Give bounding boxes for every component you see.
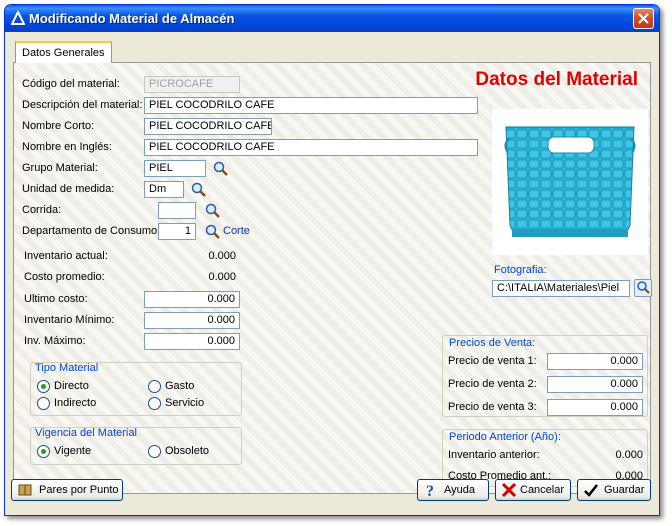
guardar-label: Guardar bbox=[604, 484, 645, 496]
help-icon: ? bbox=[426, 483, 434, 498]
ultimo-costo-label: Ultimo costo: bbox=[24, 293, 88, 305]
inventario-actual-value: 0.000 bbox=[208, 250, 236, 262]
precio-3-field[interactable]: 0.000 bbox=[547, 399, 643, 416]
nombre-ingles-field[interactable]: PIEL COCODRILO CAFE bbox=[144, 139, 478, 156]
cancel-icon bbox=[501, 482, 517, 498]
material-photo bbox=[492, 109, 648, 255]
inventario-minimo-field[interactable]: 0.000 bbox=[144, 312, 240, 329]
radio-obsoleto[interactable] bbox=[148, 445, 161, 458]
radio-gasto-label: Gasto bbox=[165, 380, 195, 392]
vigencia-group: Vigencia del Material Vigente Obsoleto bbox=[30, 427, 242, 465]
precios-title: Precios de Venta: bbox=[449, 337, 536, 349]
radio-indirecto[interactable] bbox=[37, 397, 50, 410]
material-window: Modificando Material de Almacén Datos de… bbox=[4, 4, 660, 516]
departamento-link[interactable]: Corte bbox=[223, 225, 250, 237]
inv-maximo-label: Inv. Máximo: bbox=[24, 335, 86, 347]
costo-promedio-label: Costo promedio: bbox=[24, 271, 105, 283]
unidad-label: Unidad de medida: bbox=[22, 183, 115, 195]
inventario-actual-label: Inventario actual: bbox=[24, 250, 108, 262]
descripcion-label: Descripción del material: bbox=[22, 99, 143, 111]
pares-por-punto-button[interactable]: Pares por Punto bbox=[11, 479, 123, 501]
radio-indirecto-label: Indirecto bbox=[54, 397, 97, 409]
periodo-title: Periodo Anterior (Año): bbox=[449, 431, 561, 443]
vigencia-title: Vigencia del Material bbox=[35, 427, 137, 439]
search-icon[interactable] bbox=[204, 224, 222, 240]
panel-banner: Datos del Material bbox=[475, 69, 638, 90]
inv-maximo-field[interactable]: 0.000 bbox=[144, 333, 240, 350]
nombre-corto-field[interactable]: PIEL COCODRILO CAFE bbox=[144, 118, 272, 135]
precio-2-label: Precio de venta 2: bbox=[448, 378, 537, 390]
radio-directo[interactable] bbox=[37, 380, 50, 393]
cancelar-button[interactable]: Cancelar bbox=[495, 479, 571, 501]
nombre-ingles-label: Nombre en Inglés: bbox=[22, 141, 112, 153]
radio-servicio-label: Servicio bbox=[165, 397, 205, 409]
search-icon bbox=[637, 281, 650, 294]
codigo-label: Código del material: bbox=[22, 78, 120, 90]
precio-2-field[interactable]: 0.000 bbox=[547, 376, 643, 393]
ultimo-costo-field[interactable]: 0.000 bbox=[144, 291, 240, 308]
inventario-minimo-label: Inventario Mínimo: bbox=[24, 314, 115, 326]
grupo-label: Grupo Material: bbox=[22, 162, 98, 174]
corrida-label: Corrida: bbox=[22, 204, 62, 216]
ayuda-label: Ayuda bbox=[444, 484, 475, 496]
fotografia-label: Fotografia: bbox=[494, 264, 547, 276]
radio-directo-label: Directo bbox=[54, 380, 89, 392]
search-icon[interactable] bbox=[204, 203, 222, 219]
close-icon bbox=[638, 13, 649, 24]
departamento-field[interactable]: 1 bbox=[158, 223, 196, 240]
radio-obsoleto-label: Obsoleto bbox=[165, 445, 210, 457]
radio-gasto[interactable] bbox=[148, 380, 161, 393]
inventario-anterior-value: 0.000 bbox=[615, 449, 643, 461]
tipo-material-title: Tipo Material bbox=[35, 362, 99, 374]
window-title: Modificando Material de Almacén bbox=[29, 11, 235, 26]
nombre-corto-label: Nombre Corto: bbox=[22, 120, 95, 132]
departamento-label: Departamento de Consumo: bbox=[22, 225, 161, 237]
tab-datos-generales[interactable]: Datos Generales bbox=[15, 41, 112, 63]
book-icon bbox=[18, 484, 32, 496]
radio-vigente-label: Vigente bbox=[54, 445, 92, 457]
guardar-button[interactable]: Guardar bbox=[577, 479, 651, 501]
browse-photo-button[interactable] bbox=[634, 279, 652, 297]
cancelar-label: Cancelar bbox=[520, 484, 565, 496]
precio-1-field[interactable]: 0.000 bbox=[547, 353, 643, 370]
corrida-field[interactable] bbox=[158, 202, 196, 219]
title-bar[interactable]: Modificando Material de Almacén bbox=[5, 5, 659, 32]
precio-3-label: Precio de venta 3: bbox=[448, 401, 537, 413]
tipo-material-group: Tipo Material Directo Gasto Indirecto Se… bbox=[30, 362, 242, 416]
inventario-anterior-label: Inventario anterior: bbox=[448, 449, 540, 461]
descripcion-field[interactable]: PIEL COCODRILO CAFE bbox=[144, 97, 478, 114]
search-icon[interactable] bbox=[190, 182, 208, 198]
tab-panel: Datos del Material Código del material: … bbox=[13, 62, 652, 494]
handbag-image bbox=[504, 126, 636, 237]
unidad-field[interactable]: Dm bbox=[144, 181, 184, 198]
close-button[interactable] bbox=[633, 8, 654, 29]
costo-promedio-value: 0.000 bbox=[208, 271, 236, 283]
search-icon[interactable] bbox=[212, 161, 230, 177]
ayuda-button[interactable]: ? Ayuda bbox=[417, 479, 489, 501]
radio-servicio[interactable] bbox=[148, 397, 161, 410]
pares-label: Pares por Punto bbox=[39, 484, 119, 496]
tab-label: Datos Generales bbox=[22, 47, 105, 59]
grupo-field[interactable]: PIEL bbox=[144, 160, 206, 177]
codigo-field[interactable]: PICROCAFE bbox=[144, 76, 240, 93]
radio-vigente[interactable] bbox=[37, 445, 50, 458]
fotografia-path[interactable]: C:\ITALIA\Materiales\Piel bbox=[492, 280, 630, 297]
precio-1-label: Precio de venta 1: bbox=[448, 355, 537, 367]
precios-group: Precios de Venta: Precio de venta 1: 0.0… bbox=[442, 335, 648, 417]
svg-text:?: ? bbox=[426, 483, 434, 498]
checkmark-icon bbox=[584, 484, 598, 497]
client-area: Datos del Material Código del material: … bbox=[9, 35, 655, 494]
app-icon bbox=[11, 11, 25, 25]
